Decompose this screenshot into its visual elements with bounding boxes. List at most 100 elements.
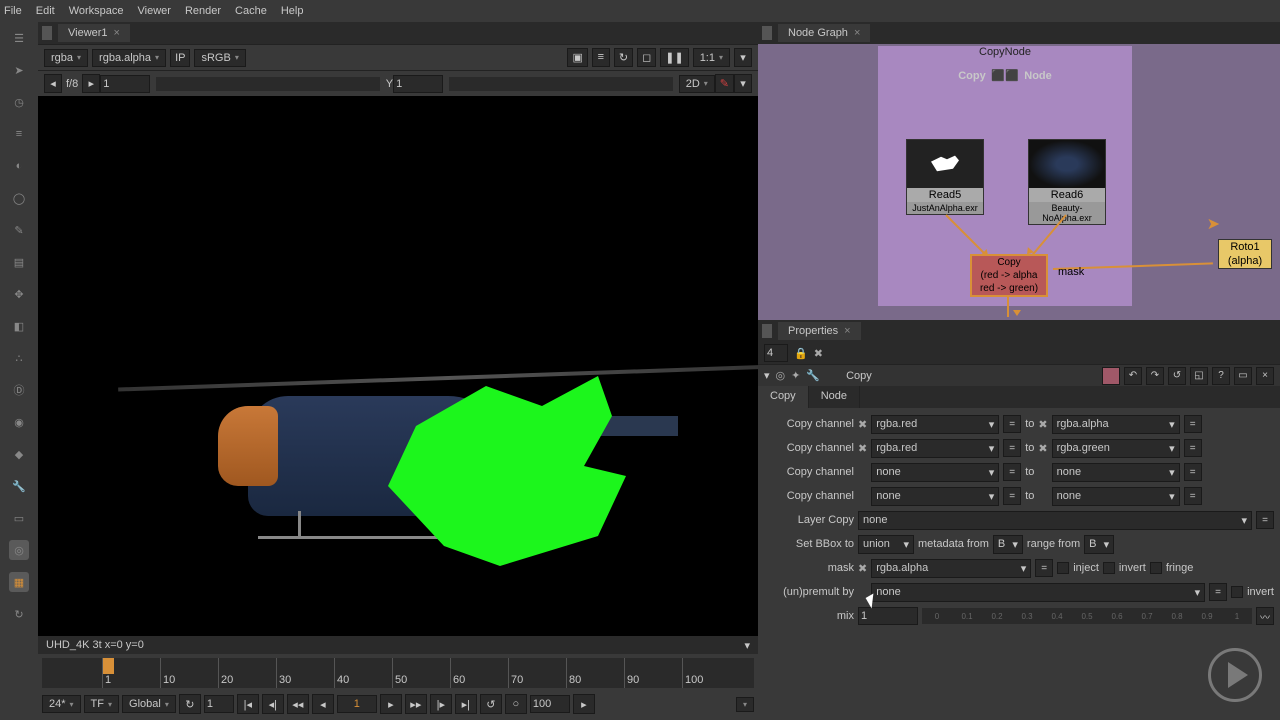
tool-move-icon[interactable]: ✥ (9, 284, 29, 304)
invert2-checkbox[interactable] (1231, 586, 1243, 598)
menu-workspace[interactable]: Workspace (69, 5, 124, 17)
menu-render[interactable]: Render (185, 5, 221, 17)
to-channel-select[interactable]: none▾ (1052, 487, 1180, 506)
to-channel-select[interactable]: none▾ (1052, 463, 1180, 482)
collapse-icon[interactable]: ▾ (764, 369, 770, 382)
tool-menu-icon[interactable]: ☰ (9, 28, 29, 48)
tool-d-icon[interactable]: Ⓓ (9, 380, 29, 400)
node-copy[interactable]: Copy (red -> alpha red -> green) (970, 254, 1048, 297)
tool-lines-icon[interactable]: ≡ (9, 124, 29, 144)
menu-file[interactable]: File (4, 5, 22, 17)
viewport[interactable] (38, 96, 758, 636)
mix-input[interactable] (858, 607, 918, 625)
from-x-icon[interactable]: ✖ (858, 418, 867, 431)
from-channel-select[interactable]: rgba.red▾ (871, 439, 999, 458)
y-ruler[interactable] (449, 77, 673, 91)
to-x-icon[interactable]: ✖ (1038, 442, 1047, 455)
meta-select[interactable]: B▾ (993, 535, 1023, 554)
tf-select[interactable]: TF▾ (84, 695, 119, 713)
x-ruler[interactable] (156, 77, 380, 91)
sync-icon[interactable]: ↻ (179, 694, 201, 714)
node-roto[interactable]: Roto1 (alpha) (1218, 239, 1272, 269)
in-frame-input[interactable] (204, 695, 234, 713)
invert-checkbox[interactable] (1103, 562, 1115, 574)
eq-icon[interactable]: = (1035, 559, 1053, 577)
close-icon[interactable]: × (114, 27, 120, 39)
to-x-icon[interactable]: ✖ (1038, 418, 1047, 431)
viewer-tab[interactable]: Viewer1 × (58, 24, 130, 42)
eq-icon[interactable]: = (1184, 415, 1202, 433)
tool-folder-icon[interactable]: ▭ (9, 508, 29, 528)
pause-icon[interactable]: ❚❚ (660, 48, 688, 67)
fringe-checkbox[interactable] (1150, 562, 1162, 574)
refresh-icon[interactable]: ↻ (614, 48, 633, 67)
close-node-icon[interactable]: × (1256, 367, 1274, 385)
wrench-icon[interactable]: 🔧 (806, 369, 820, 382)
mask-select[interactable]: rgba.alpha▾ (871, 559, 1031, 578)
roi-icon[interactable]: ◻ (637, 48, 656, 67)
out-frame-input[interactable] (530, 695, 570, 713)
y-input[interactable] (393, 75, 443, 93)
premult-select[interactable]: none▾ (871, 583, 1205, 602)
step-back-icon[interactable]: ◂◂ (287, 694, 309, 714)
clear-icon[interactable]: ✖ (814, 347, 823, 360)
center-icon[interactable]: ◎ (776, 369, 786, 382)
eq-icon[interactable]: = (1256, 511, 1274, 529)
eq-icon[interactable]: = (1184, 487, 1202, 505)
revert-icon[interactable]: ↺ (1168, 367, 1186, 385)
from-x-icon[interactable]: ✖ (858, 442, 867, 455)
incr-icon[interactable]: ▸ (573, 694, 595, 714)
from-channel-select[interactable]: none▾ (871, 487, 999, 506)
eq-icon[interactable]: = (1184, 463, 1202, 481)
panel-grab-icon[interactable] (762, 324, 772, 338)
prev-key-icon[interactable]: ◂| (262, 694, 284, 714)
alpha-select[interactable]: rgba.alpha▾ (92, 49, 166, 67)
to-channel-select[interactable]: rgba.alpha▾ (1052, 415, 1180, 434)
tool-clock-icon[interactable]: ◷ (9, 92, 29, 112)
ip-button[interactable]: IP (170, 49, 190, 67)
tool-particles-icon[interactable]: ∴ (9, 348, 29, 368)
ruler-prev-icon[interactable]: ◂ (44, 74, 62, 93)
properties-tab[interactable]: Properties × (778, 322, 861, 340)
close-icon[interactable]: × (844, 325, 850, 337)
channel-select[interactable]: rgba▾ (44, 49, 88, 67)
menu-viewer[interactable]: Viewer (138, 5, 171, 17)
eq-icon[interactable]: = (1003, 439, 1021, 457)
prop-count-input[interactable] (764, 344, 788, 362)
step-fwd-icon[interactable]: ▸▸ (405, 694, 427, 714)
tab-copy[interactable]: Copy (758, 386, 809, 408)
eq-icon[interactable]: = (1003, 487, 1021, 505)
loop-icon[interactable]: ↺ (480, 694, 502, 714)
ruler-next-icon[interactable]: ▸ (82, 74, 100, 93)
last-frame-icon[interactable]: ▸| (455, 694, 477, 714)
redo-icon[interactable]: ↷ (1146, 367, 1164, 385)
tab-node[interactable]: Node (809, 386, 860, 408)
menu-cache[interactable]: Cache (235, 5, 267, 17)
wipe-icon[interactable]: ▣ (567, 48, 587, 67)
node-read5[interactable]: Read5 JustAnAlpha.exr (906, 139, 984, 215)
node-read6[interactable]: Read6 Beauty-NoAlpha.exr (1028, 139, 1106, 225)
first-frame-icon[interactable]: |◂ (237, 694, 259, 714)
tool-pointer-icon[interactable]: ➤ (9, 60, 29, 80)
from-channel-select[interactable]: rgba.red▾ (871, 415, 999, 434)
undo-icon[interactable]: ↶ (1124, 367, 1142, 385)
colorspace-select[interactable]: sRGB▾ (194, 49, 245, 67)
lock-icon[interactable]: 🔒 (794, 347, 808, 360)
from-channel-select[interactable]: none▾ (871, 463, 999, 482)
tool-sphere-icon[interactable]: ◐ (9, 156, 29, 176)
global-select[interactable]: Global▾ (122, 695, 176, 713)
tool-tag-icon[interactable]: ◆ (9, 444, 29, 464)
float-icon[interactable]: ◱ (1190, 367, 1208, 385)
bbox-select[interactable]: union▾ (858, 535, 914, 554)
tool-grid-icon[interactable]: ▦ (9, 572, 29, 592)
tool-layers-icon[interactable]: ▤ (9, 252, 29, 272)
eq-icon[interactable]: = (1209, 583, 1227, 601)
panel-grab-icon[interactable] (762, 26, 772, 40)
close-icon[interactable]: × (854, 27, 860, 39)
panel-grab-icon[interactable] (42, 26, 52, 40)
next-key-icon[interactable]: |▸ (430, 694, 452, 714)
color-swatch[interactable] (1102, 367, 1120, 385)
to-channel-select[interactable]: rgba.green▾ (1052, 439, 1180, 458)
eq-icon[interactable]: = (1003, 415, 1021, 433)
minimize-icon[interactable]: ▭ (1234, 367, 1252, 385)
